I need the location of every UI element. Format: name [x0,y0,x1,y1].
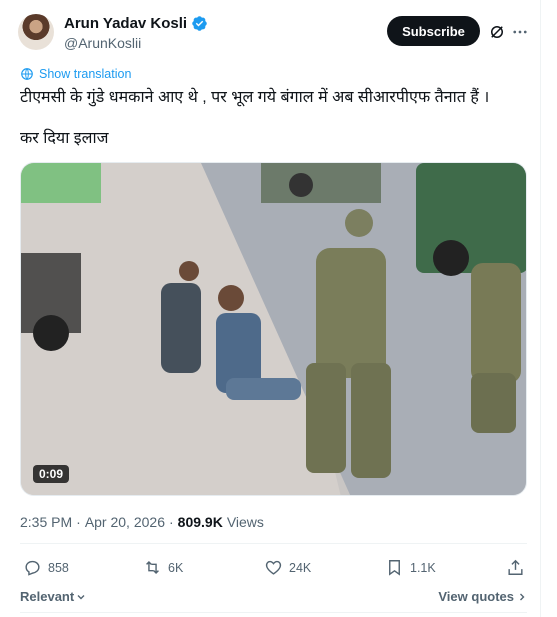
grok-icon[interactable] [488,23,506,41]
views-count: 809.9K [177,514,223,530]
repost-button[interactable]: 6K [143,558,183,577]
show-translation-label[interactable]: Show translation [39,67,131,81]
tweet-text-line-2: कर दिया इलाज [20,130,109,147]
author-avatar[interactable] [18,14,54,50]
video-thumbnail [21,163,526,495]
chevron-right-icon [520,593,525,600]
bookmark-button[interactable]: 1.1K [385,558,436,577]
tweet-text-line-1: टीएमसी के गुंडे धमकाने आए थे , पर भूल गय… [20,89,490,106]
repost-count: 6K [168,560,184,575]
subscribe-button[interactable]: Subscribe [387,16,480,46]
globe-icon [21,68,33,80]
chevron-down-icon [77,594,85,599]
video-duration: 0:09 [33,465,70,483]
tweet-metadata: 2:35 PM · Apr 20, 2026 · 809.9K Views [20,514,264,530]
tweet-header: Arun Yadav Kosli @ArunKoslii Subscribe [18,14,533,54]
show-translation-link[interactable]: Show translation [20,67,131,81]
like-count: 24K [289,560,312,575]
sort-relevant-dropdown[interactable]: Relevant [20,589,86,604]
repost-icon [146,560,159,575]
author-info: Arun Yadav Kosli @ArunKoslii [64,15,208,51]
verified-badge-icon[interactable] [191,15,208,32]
sort-label: Relevant [20,589,75,604]
view-quotes-link[interactable]: View quotes [438,589,527,604]
divider [20,543,527,544]
divider [20,612,527,613]
heart-icon [265,560,282,575]
meta-separator: · [168,514,174,530]
timeline-border [540,0,541,617]
video-player[interactable]: 0:09 [20,162,527,496]
reply-button[interactable]: 858 [23,558,69,577]
action-bar: 858 6K 24K 1.1K [20,558,527,578]
share-button[interactable] [506,558,525,577]
bookmark-icon [389,560,400,576]
views-label: Views [226,514,264,530]
author-handle[interactable]: @ArunKoslii [64,35,208,51]
meta-separator: · [76,514,81,530]
tweet-date[interactable]: Apr 20, 2026 [85,514,165,530]
author-display-name[interactable]: Arun Yadav Kosli [64,15,187,32]
bookmark-count: 1.1K [410,560,436,575]
more-icon[interactable] [511,23,529,41]
view-quotes-label: View quotes [438,589,514,604]
reply-count: 858 [48,560,69,575]
tweet-time[interactable]: 2:35 PM [20,514,72,530]
like-button[interactable]: 24K [264,558,311,577]
reply-icon [25,560,40,576]
share-icon [508,559,523,575]
